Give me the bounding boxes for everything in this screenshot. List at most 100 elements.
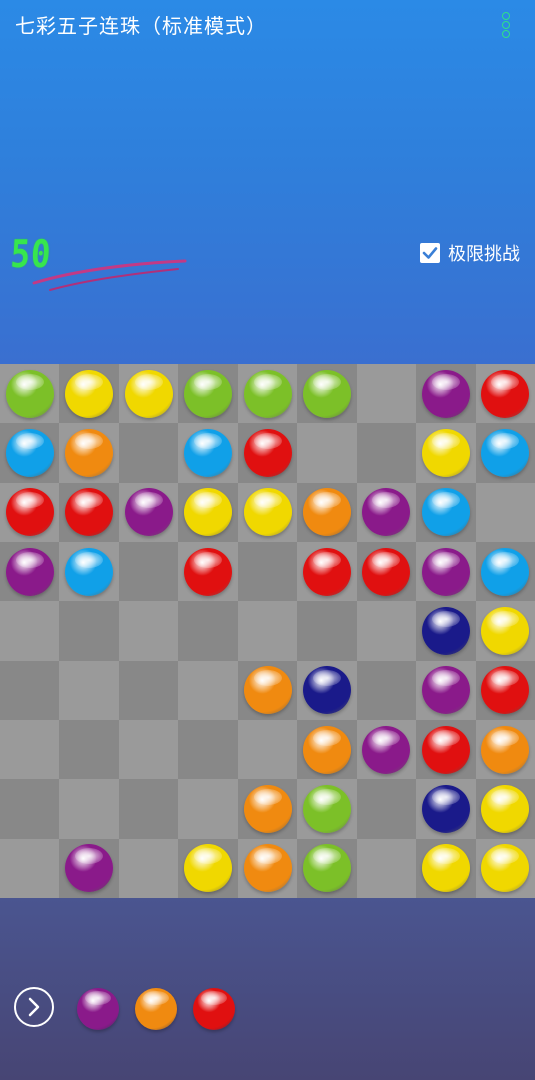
- board-cell[interactable]: [297, 482, 357, 543]
- board-cell[interactable]: [178, 364, 238, 424]
- ball[interactable]: [302, 369, 351, 418]
- board-cell[interactable]: [118, 601, 179, 661]
- ball[interactable]: [65, 547, 114, 596]
- ball[interactable]: [302, 488, 351, 537]
- board-cell[interactable]: [297, 542, 357, 602]
- board-cell[interactable]: [475, 482, 535, 543]
- board-cell[interactable]: [178, 601, 238, 661]
- board-cell[interactable]: [118, 423, 179, 483]
- ball[interactable]: [243, 429, 292, 478]
- ball[interactable]: [184, 429, 233, 478]
- ball[interactable]: [421, 785, 470, 834]
- ball[interactable]: [481, 785, 530, 834]
- board-cell[interactable]: [416, 423, 476, 483]
- board-cell[interactable]: [59, 364, 119, 424]
- ball[interactable]: [5, 547, 54, 596]
- board-cell[interactable]: [237, 601, 298, 661]
- board-cell[interactable]: [297, 720, 357, 780]
- board-cell[interactable]: [237, 482, 298, 543]
- board-cell[interactable]: [0, 720, 60, 780]
- board-cell[interactable]: [297, 838, 357, 899]
- ball[interactable]: [124, 369, 173, 418]
- ball[interactable]: [302, 725, 351, 774]
- board-cell[interactable]: [178, 660, 238, 721]
- board-cell[interactable]: [0, 779, 60, 839]
- board-cell[interactable]: [416, 779, 476, 839]
- board-cell[interactable]: [0, 838, 60, 899]
- board-cell[interactable]: [475, 838, 535, 899]
- board-cell[interactable]: [475, 364, 535, 424]
- board-cell[interactable]: [356, 542, 417, 602]
- board-cell[interactable]: [297, 779, 357, 839]
- board-cell[interactable]: [356, 423, 417, 483]
- ball[interactable]: [65, 429, 114, 478]
- board-cell[interactable]: [118, 838, 179, 899]
- ball[interactable]: [481, 607, 530, 656]
- board-cell[interactable]: [59, 423, 119, 483]
- ball[interactable]: [421, 607, 470, 656]
- board-cell[interactable]: [118, 482, 179, 543]
- ball[interactable]: [421, 844, 470, 893]
- board-cell[interactable]: [0, 482, 60, 543]
- board-cell[interactable]: [118, 542, 179, 602]
- board-cell[interactable]: [416, 601, 476, 661]
- board-cell[interactable]: [475, 779, 535, 839]
- board-cell[interactable]: [356, 482, 417, 543]
- ball[interactable]: [243, 369, 292, 418]
- board-cell[interactable]: [356, 779, 417, 839]
- ball[interactable]: [65, 488, 114, 537]
- board-cell[interactable]: [59, 660, 119, 721]
- ball[interactable]: [302, 844, 351, 893]
- board-cell[interactable]: [356, 838, 417, 899]
- ball[interactable]: [362, 547, 411, 596]
- board-cell[interactable]: [237, 838, 298, 899]
- board-cell[interactable]: [356, 720, 417, 780]
- ball[interactable]: [5, 429, 54, 478]
- ball[interactable]: [184, 369, 233, 418]
- board-cell[interactable]: [0, 542, 60, 602]
- board-cell[interactable]: [237, 720, 298, 780]
- ball[interactable]: [302, 666, 351, 715]
- board-cell[interactable]: [59, 482, 119, 543]
- ball[interactable]: [362, 725, 411, 774]
- board-cell[interactable]: [356, 364, 417, 424]
- board-cell[interactable]: [237, 542, 298, 602]
- chevron-right-circle-icon[interactable]: [14, 987, 54, 1027]
- board-cell[interactable]: [297, 601, 357, 661]
- board-cell[interactable]: [475, 720, 535, 780]
- board-cell[interactable]: [297, 660, 357, 721]
- board-cell[interactable]: [416, 838, 476, 899]
- board-cell[interactable]: [118, 364, 179, 424]
- board-cell[interactable]: [416, 482, 476, 543]
- board-cell[interactable]: [59, 542, 119, 602]
- board-cell[interactable]: [297, 423, 357, 483]
- ball[interactable]: [421, 725, 470, 774]
- ball[interactable]: [481, 369, 530, 418]
- ball[interactable]: [243, 844, 292, 893]
- board-cell[interactable]: [0, 364, 60, 424]
- ball[interactable]: [184, 844, 233, 893]
- board-cell[interactable]: [416, 660, 476, 721]
- ball[interactable]: [481, 725, 530, 774]
- board-cell[interactable]: [59, 779, 119, 839]
- board-cell[interactable]: [0, 423, 60, 483]
- board-cell[interactable]: [237, 779, 298, 839]
- ball[interactable]: [243, 488, 292, 537]
- ball[interactable]: [481, 429, 530, 478]
- ball[interactable]: [421, 369, 470, 418]
- ball[interactable]: [5, 369, 54, 418]
- board-cell[interactable]: [297, 364, 357, 424]
- ball[interactable]: [65, 844, 114, 893]
- ball[interactable]: [5, 488, 54, 537]
- board-cell[interactable]: [237, 660, 298, 721]
- board-cell[interactable]: [0, 601, 60, 661]
- game-board[interactable]: [0, 364, 535, 899]
- board-cell[interactable]: [178, 838, 238, 899]
- board-cell[interactable]: [475, 542, 535, 602]
- board-cell[interactable]: [178, 779, 238, 839]
- board-cell[interactable]: [178, 423, 238, 483]
- board-cell[interactable]: [0, 660, 60, 721]
- board-cell[interactable]: [178, 482, 238, 543]
- ball[interactable]: [124, 488, 173, 537]
- board-cell[interactable]: [416, 364, 476, 424]
